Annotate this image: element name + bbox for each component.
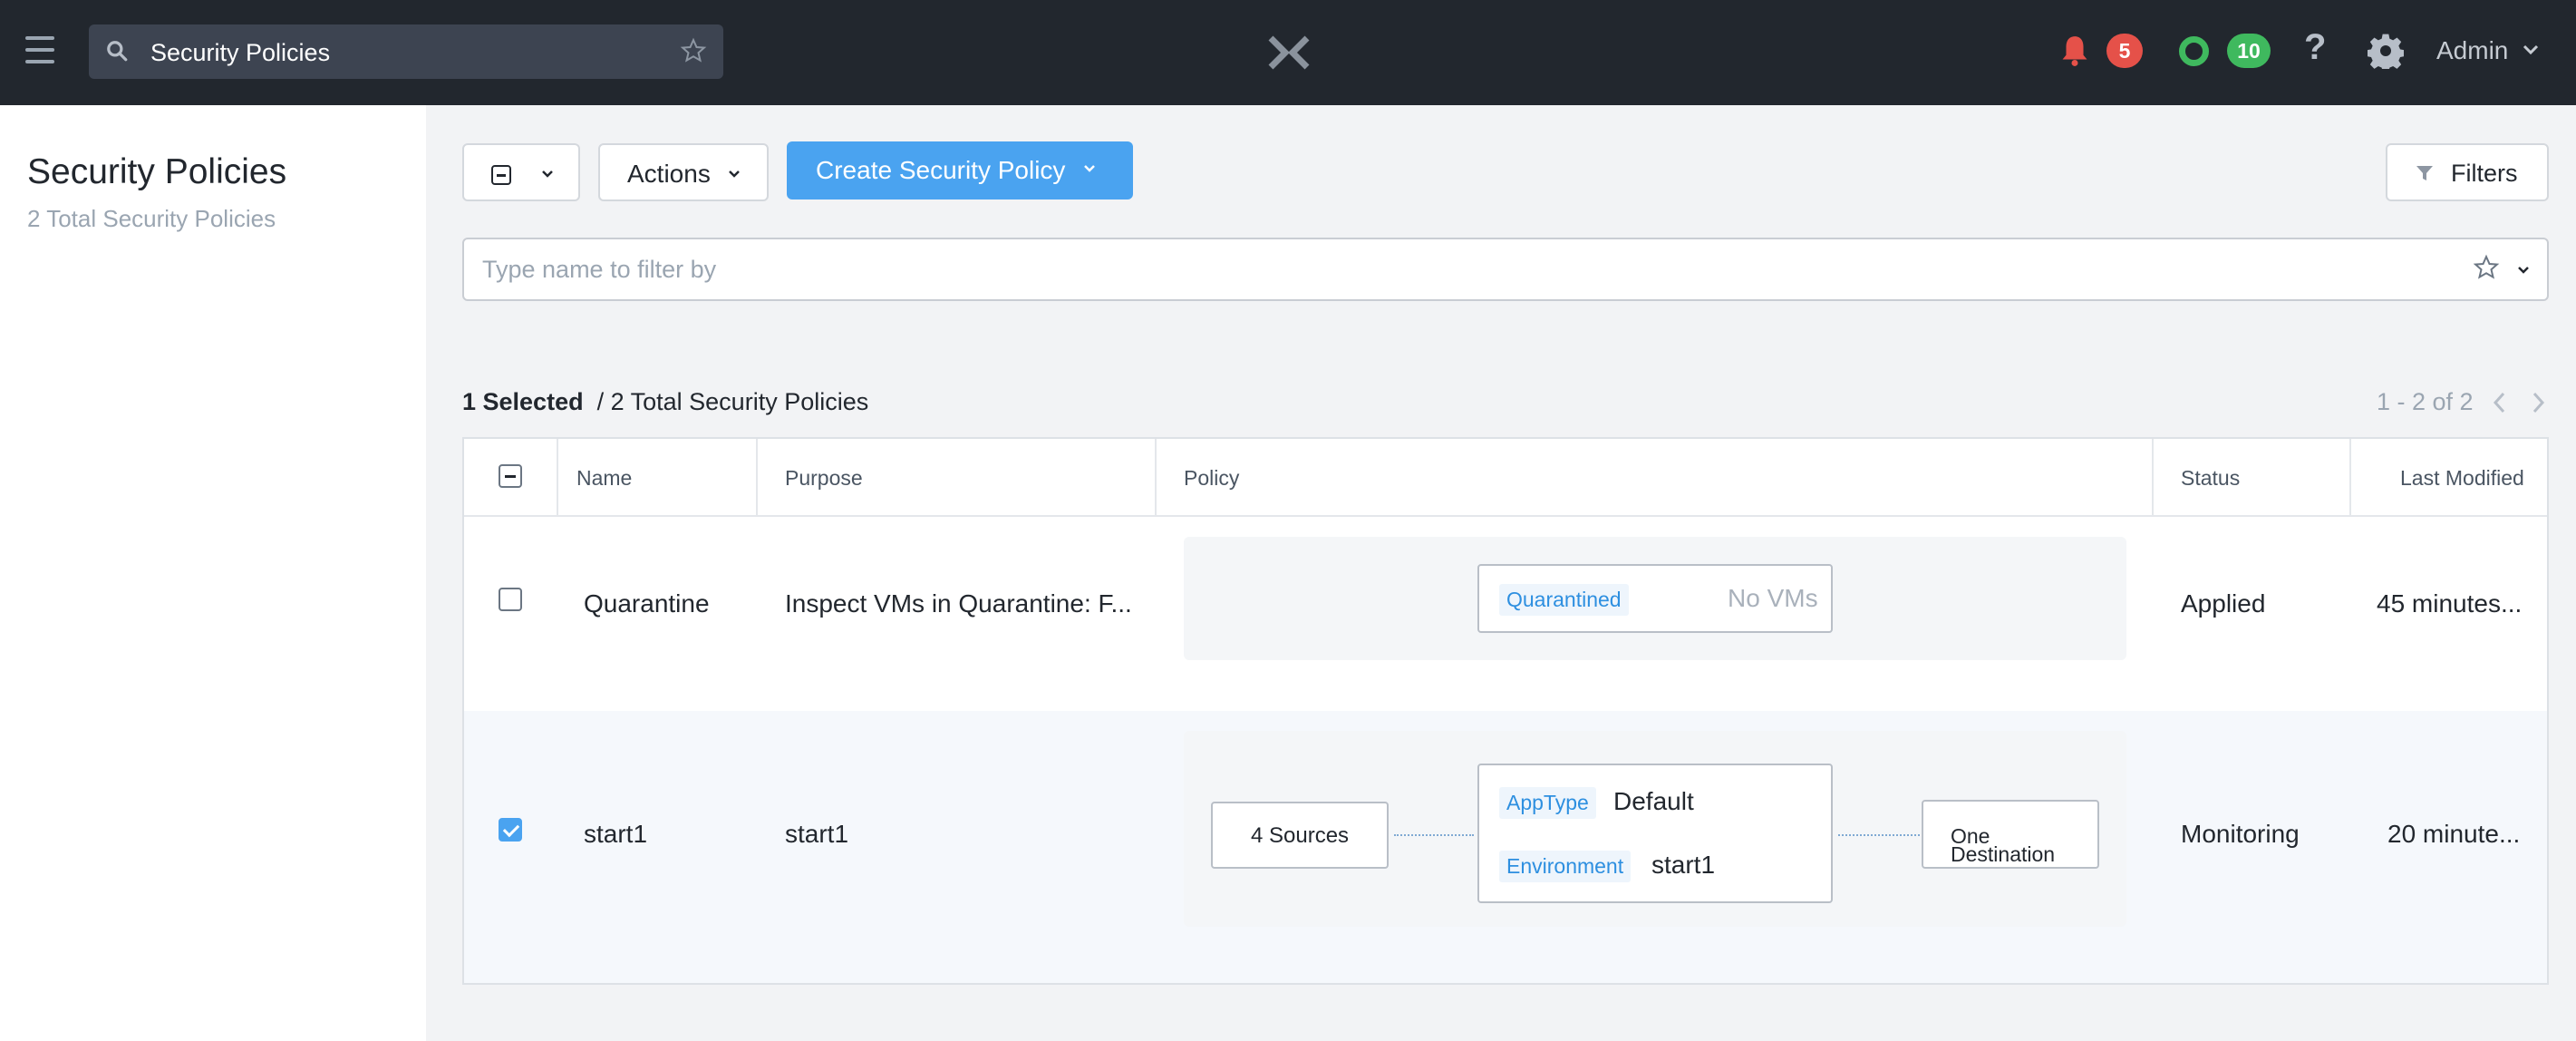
top-nav: Security Policies 5 10 ? Admin — [0, 0, 2576, 105]
logo-icon — [1268, 35, 1310, 70]
gear-icon[interactable] — [2368, 33, 2404, 69]
chevron-down-icon — [729, 170, 740, 178]
bulk-select-button[interactable] — [462, 143, 580, 201]
global-search[interactable]: Security Policies — [89, 24, 723, 79]
table-row[interactable]: start1 start1 4 Sources AppType Default … — [464, 711, 2547, 983]
policy-last-modified: 20 minute... — [2387, 820, 2521, 848]
column-header-purpose[interactable]: Purpose — [785, 466, 863, 491]
sources-label: 4 Sources — [1251, 823, 1350, 848]
apptype-tag: AppType — [1499, 787, 1596, 819]
policy-status: Monitoring — [2181, 820, 2300, 848]
policy-purpose: Inspect VMs in Quarantine: F... — [785, 589, 1132, 618]
policy-name[interactable]: start1 — [584, 820, 647, 849]
selected-count: 1 Selected — [462, 388, 584, 415]
policy-last-modified: 45 minutes... — [2377, 589, 2523, 618]
column-header-status[interactable]: Status — [2181, 466, 2240, 491]
alert-bell-icon[interactable] — [2058, 33, 2092, 69]
filters-label: Filters — [2451, 160, 2518, 187]
star-icon[interactable] — [2473, 254, 2500, 281]
policies-table: Name Purpose Policy Status Last Modified… — [462, 437, 2549, 985]
row-checkbox[interactable] — [499, 588, 522, 611]
destination-box[interactable]: One Destination — [1922, 800, 2099, 869]
policy-purpose: start1 — [785, 820, 849, 848]
column-header-name[interactable]: Name — [576, 466, 632, 491]
left-panel: Security Policies 2 Total Security Polic… — [0, 105, 426, 1041]
chevron-down-icon[interactable] — [2522, 44, 2540, 56]
health-status-icon[interactable] — [2179, 36, 2209, 66]
column-divider — [756, 439, 758, 517]
chevron-left-icon[interactable] — [2491, 390, 2507, 415]
create-label: Create Security Policy — [816, 156, 1066, 184]
selection-summary: 1 Selected / 2 Total Security Policies — [462, 388, 868, 416]
table-header: Name Purpose Policy Status Last Modified — [464, 439, 2547, 517]
policy-diagram: 4 Sources AppType Default Environment st… — [1184, 731, 2126, 927]
environment-tag: Environment — [1499, 851, 1632, 882]
health-count-badge[interactable]: 10 — [2227, 34, 2271, 68]
sources-box[interactable]: 4 Sources — [1211, 802, 1389, 869]
policy-status: Applied — [2181, 589, 2266, 618]
user-menu[interactable]: Admin — [2436, 36, 2508, 65]
column-divider — [2152, 439, 2154, 517]
select-all-checkbox[interactable] — [499, 464, 522, 488]
hamburger-menu-icon[interactable] — [25, 36, 54, 63]
chevron-down-icon — [1084, 165, 1095, 172]
filter-input[interactable]: Type name to filter by — [462, 238, 2549, 301]
pagination-text: 1 - 2 of 2 — [2377, 388, 2474, 415]
apptype-value: Default — [1613, 787, 1694, 815]
star-icon[interactable] — [680, 37, 707, 64]
actions-button[interactable]: Actions — [598, 143, 769, 201]
filters-button[interactable]: Filters — [2386, 143, 2549, 201]
column-header-last-modified[interactable]: Last Modified — [2400, 466, 2524, 491]
chevron-down-icon — [542, 170, 553, 178]
partial-check-icon — [491, 165, 511, 185]
vm-count: No VMs — [1728, 584, 1818, 612]
filter-placeholder: Type name to filter by — [482, 256, 717, 283]
chevron-right-icon[interactable] — [2531, 390, 2547, 415]
table-row[interactable]: Quarantine Inspect VMs in Quarantine: F.… — [464, 519, 2547, 696]
page-title: Security Policies — [27, 152, 287, 191]
chevron-down-icon[interactable] — [2516, 265, 2531, 276]
row-checkbox[interactable] — [499, 818, 522, 842]
actions-label: Actions — [627, 160, 711, 188]
policy-name[interactable]: Quarantine — [584, 589, 710, 618]
total-count: / 2 Total Security Policies — [596, 388, 869, 415]
help-icon[interactable]: ? — [2304, 27, 2326, 68]
search-icon — [107, 41, 128, 62]
search-text: Security Policies — [150, 39, 331, 66]
quarantined-tag: Quarantined — [1499, 584, 1629, 616]
connector-line — [1838, 834, 1920, 836]
column-divider — [1155, 439, 1157, 517]
environment-value: start1 — [1651, 851, 1716, 879]
create-security-policy-button[interactable]: Create Security Policy — [787, 141, 1133, 199]
column-divider — [2349, 439, 2351, 517]
page-subtitle: 2 Total Security Policies — [27, 205, 276, 232]
column-header-policy[interactable]: Policy — [1184, 466, 1239, 491]
destination-label-line2: Destination — [1951, 842, 2056, 866]
app-box[interactable]: AppType Default Environment start1 — [1477, 764, 1833, 903]
connector-line — [1394, 834, 1474, 836]
policy-diagram: Quarantined No VMs — [1184, 537, 2126, 660]
filter-icon — [2416, 166, 2433, 180]
column-divider — [557, 439, 558, 517]
alert-count-badge[interactable]: 5 — [2106, 34, 2143, 68]
quarantine-box: Quarantined No VMs — [1477, 564, 1833, 633]
